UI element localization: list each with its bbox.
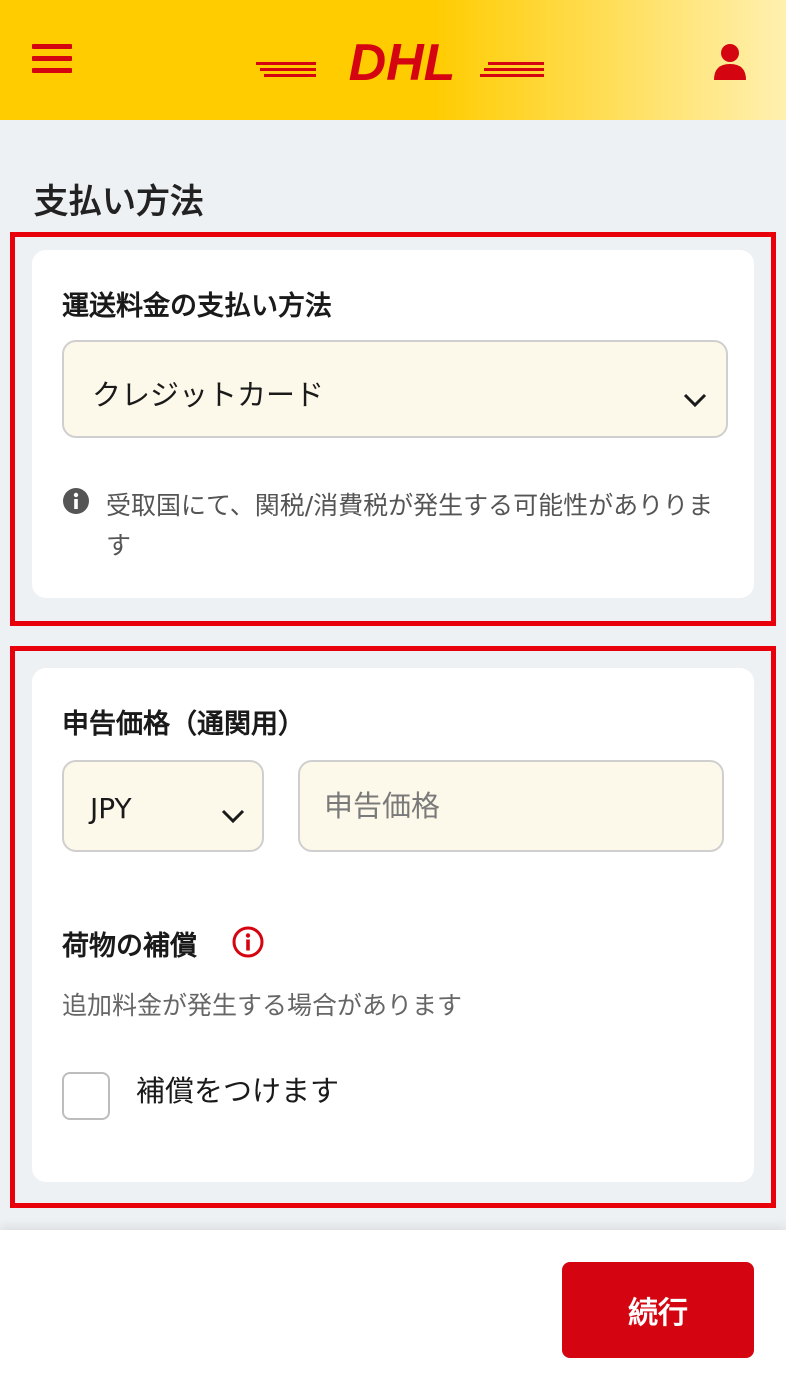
customs-info-text: 受取国にて、関税/消費税が発生する可能性がありります — [106, 491, 714, 560]
info-circle-icon[interactable] — [232, 926, 264, 958]
info-icon — [63, 488, 89, 514]
payment-method-value: クレジットカード — [92, 378, 325, 412]
insurance-checkbox[interactable] — [62, 1072, 110, 1120]
logo-text: DHL — [349, 36, 456, 86]
currency-value: JPY — [90, 792, 132, 825]
dhl-logo: DHL — [256, 36, 544, 86]
chevron-down-icon — [683, 393, 707, 408]
chevron-down-icon — [221, 809, 245, 824]
insurance-note: 追加料金が発生する場合があります — [62, 991, 463, 1020]
declared-value-label: 申告価格（通関用） — [62, 709, 305, 740]
user-icon[interactable] — [712, 42, 748, 82]
payment-method-select[interactable]: クレジットカード — [62, 340, 728, 438]
page-title: 支払い方法 — [34, 182, 204, 222]
declared-value-input-wrap — [298, 760, 724, 852]
top-header: DHL — [0, 0, 786, 120]
insurance-checkbox-label[interactable]: 補償をつけます — [136, 1068, 339, 1110]
currency-select[interactable]: JPY — [62, 760, 264, 852]
continue-button[interactable]: 続行 — [562, 1262, 754, 1358]
hamburger-menu-icon[interactable] — [32, 44, 72, 76]
insurance-label: 荷物の補償 — [62, 931, 197, 962]
payment-method-label: 運送料金の支払い方法 — [62, 291, 332, 322]
declared-value-input[interactable] — [300, 762, 722, 850]
